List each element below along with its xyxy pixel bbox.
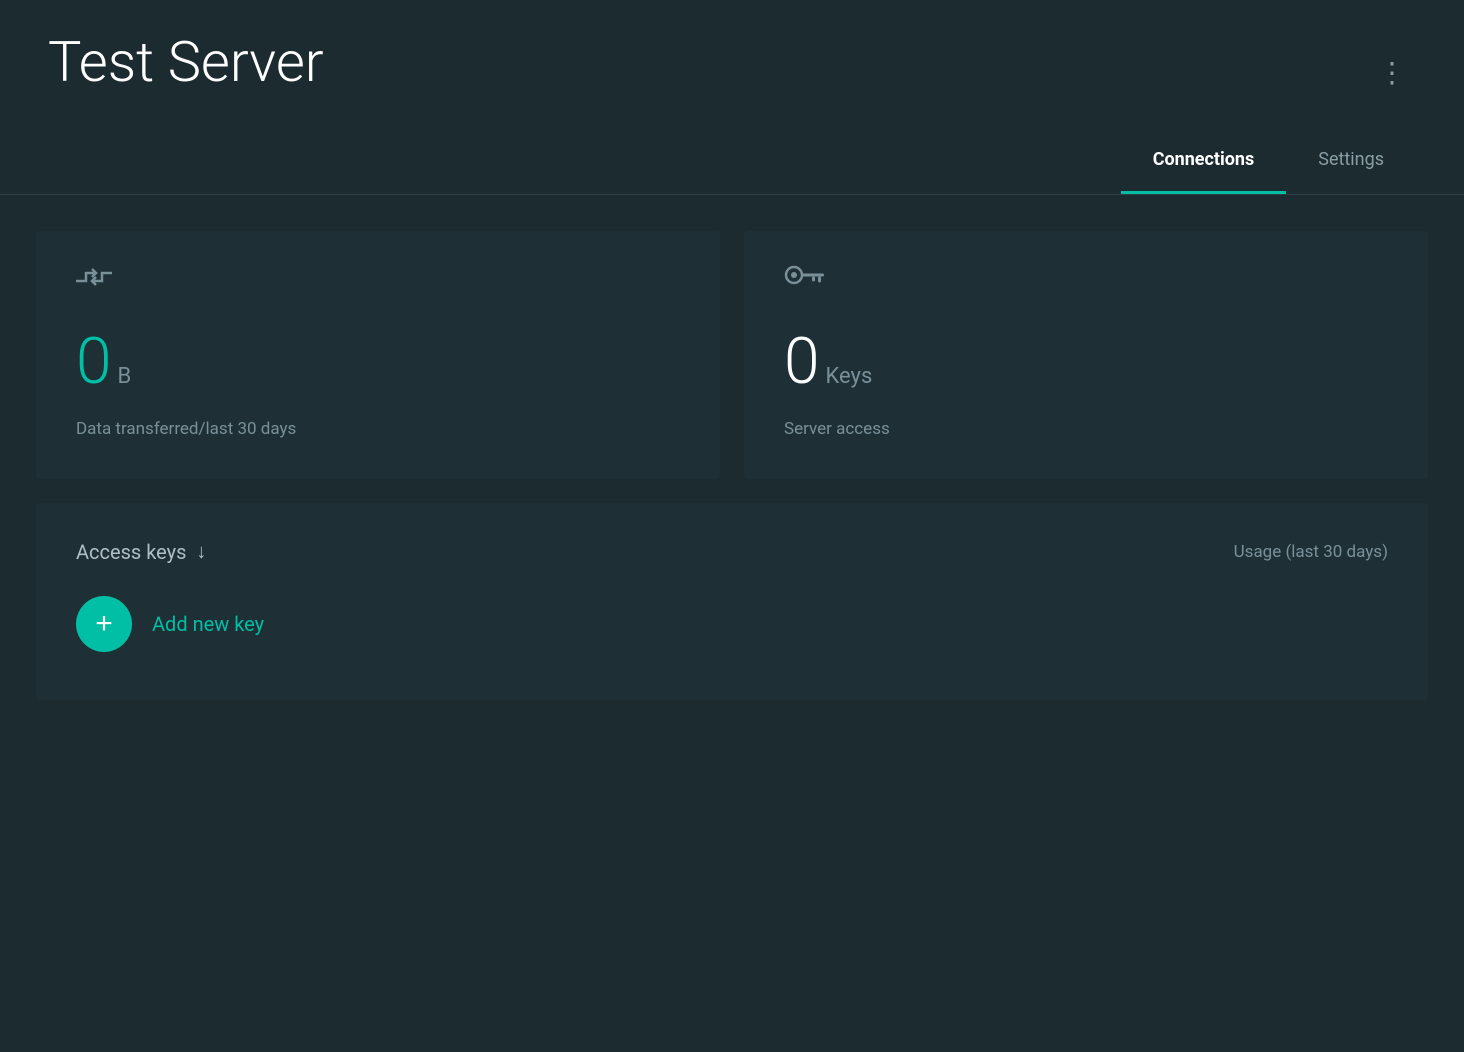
add-new-key-label[interactable]: Add new key — [152, 612, 264, 636]
header: Test Server ⋮ — [0, 0, 1464, 97]
server-access-card: 0 Keys Server access — [744, 231, 1428, 479]
more-options-icon[interactable]: ⋮ — [1370, 48, 1416, 97]
data-transfer-count-row: 0 B — [76, 324, 680, 399]
access-keys-section: Access keys ↓ Usage (last 30 days) + Add… — [36, 503, 1428, 700]
data-transfer-value: 0 — [76, 324, 112, 399]
data-transfer-card: 0 B Data transferred/last 30 days — [36, 231, 720, 479]
sort-down-icon[interactable]: ↓ — [196, 539, 206, 564]
tab-settings[interactable]: Settings — [1286, 137, 1416, 182]
page-title: Test Server — [48, 32, 324, 94]
server-access-unit: Keys — [826, 364, 873, 389]
usage-label: Usage (last 30 days) — [1234, 542, 1388, 562]
key-icon — [784, 263, 824, 296]
add-key-button[interactable]: + — [76, 596, 132, 652]
stats-cards: 0 B Data transferred/last 30 days 0 Keys… — [0, 195, 1464, 491]
server-access-value: 0 — [784, 324, 820, 399]
data-transfer-unit: B — [118, 364, 132, 389]
transfer-icon — [76, 263, 680, 296]
tabs-nav: Connections Settings — [0, 97, 1464, 182]
add-key-row: + Add new key — [76, 596, 1388, 652]
plus-icon: + — [95, 609, 113, 639]
tab-connections[interactable]: Connections — [1121, 137, 1287, 182]
data-transfer-description: Data transferred/last 30 days — [76, 419, 680, 439]
server-access-count-row: 0 Keys — [784, 324, 1388, 399]
server-access-description: Server access — [784, 419, 1388, 439]
access-keys-title: Access keys — [76, 540, 186, 564]
access-keys-header: Access keys ↓ Usage (last 30 days) — [76, 539, 1388, 564]
